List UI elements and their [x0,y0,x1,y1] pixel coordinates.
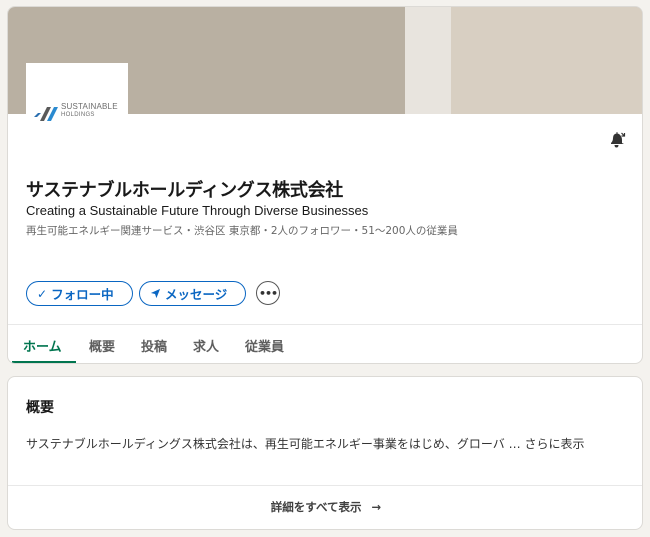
company-tagline: Creating a Sustainable Future Through Di… [26,203,369,218]
tab-about[interactable]: 概要 [89,336,115,355]
company-logo[interactable]: SUSTAINABLE HOLDINGS [26,63,128,139]
show-all-details-link[interactable]: 詳細をすべて表示 → [8,499,642,515]
tabs-divider [8,324,642,325]
logo-wordmark: SUSTAINABLE HOLDINGS [61,102,118,119]
send-icon [150,288,161,299]
arrow-right-icon: → [371,500,382,514]
company-name: サステナブルホールディングス株式会社 [26,180,343,201]
show-more-link[interactable]: さらに表示 [524,437,584,451]
tab-employees[interactable]: 従業員 [245,336,284,355]
about-text: サステナブルホールディングス株式会社は、再生可能エネルギー事業をはじめ、グローバ… [26,437,525,451]
following-button-label: フォロー中 [51,287,114,302]
tab-posts[interactable]: 投稿 [141,336,167,355]
about-card: 概要 サステナブルホールディングス株式会社は、再生可能エネルギー事業をはじめ、グ… [7,376,643,530]
tab-home[interactable]: ホーム [23,336,62,355]
show-all-details-label: 詳細をすべて表示 [270,500,362,514]
company-meta: 再生可能エネルギー関連サービス・渋谷区 東京都・2人のフォロワー・51～200人… [26,225,458,237]
check-icon: ✓ [37,286,48,301]
logo-mark-icon [34,107,58,121]
tab-jobs[interactable]: 求人 [193,336,219,355]
company-profile-card: SUSTAINABLE HOLDINGS サステナブルホールディングス株式会社 … [7,6,643,364]
active-tab-indicator [12,361,76,363]
notification-bell-icon[interactable] [608,131,626,149]
message-button-label: メッセージ [165,287,228,302]
ellipsis-icon: ••• [258,286,278,300]
banner-decoration-stripe [405,7,451,114]
logo-line-1: SUSTAINABLE [61,102,118,111]
message-button[interactable]: メッセージ [139,281,246,306]
about-title: 概要 [26,400,54,416]
about-divider [8,485,642,486]
about-description: サステナブルホールディングス株式会社は、再生可能エネルギー事業をはじめ、グローバ… [26,435,584,452]
more-actions-button[interactable]: ••• [256,281,280,305]
following-button[interactable]: ✓ フォロー中 [26,281,133,306]
logo-line-2: HOLDINGS [61,112,95,118]
